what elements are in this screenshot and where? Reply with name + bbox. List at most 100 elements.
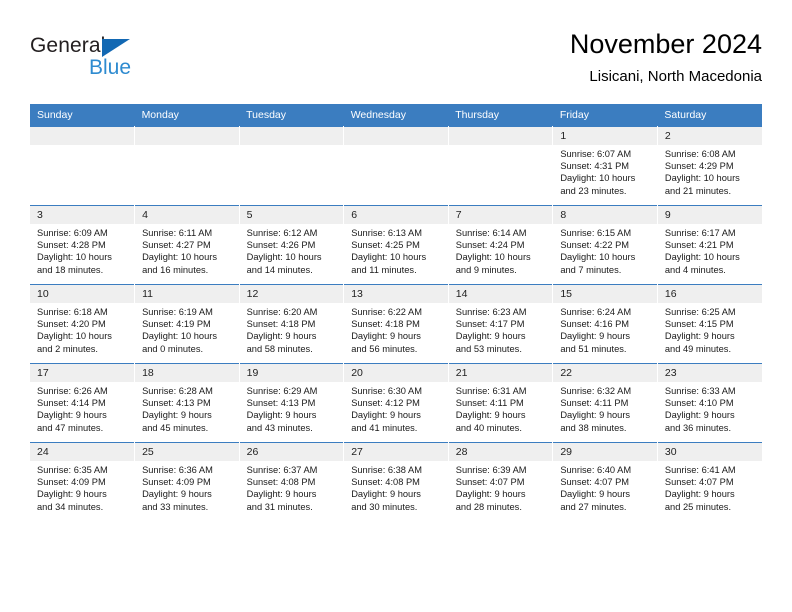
sunrise-time: Sunrise: 6:19 AM <box>142 307 213 317</box>
calendar-day-cell[interactable]: 30 Sunrise: 6:41 AM Sunset: 4:07 PM Dayligh… <box>657 442 762 521</box>
sunrise-time: Sunrise: 6:38 AM <box>351 465 422 475</box>
logo-text-blue: Blue <box>89 56 132 79</box>
sun-info: Sunrise: 6:23 AM Sunset: 4:17 PM Daylight:… <box>449 303 553 355</box>
calendar-day-cell[interactable]: 20 Sunrise: 6:30 AM Sunset: 4:12 PM Dayligh… <box>343 363 449 443</box>
calendar-day-cell[interactable]: 1 Sunrise: 6:07 AM Sunset: 4:31 PM Daylight… <box>552 126 658 206</box>
sunrise-time: Sunrise: 6:08 AM <box>664 149 736 159</box>
sun-info: Sunrise: 6:37 AM Sunset: 4:08 PM Daylight:… <box>240 461 344 513</box>
calendar-day-cell[interactable]: 25 Sunrise: 6:36 AM Sunset: 4:09 PM Dayligh… <box>134 442 240 521</box>
calendar-day-cell[interactable]: 17 Sunrise: 6:26 AM Sunset: 4:14 PM Dayligh… <box>30 363 136 443</box>
daylight-duration-line2: and 16 minutes. <box>142 264 209 275</box>
daylight-duration-line1: Daylight: 9 hours <box>142 410 212 421</box>
sunrise-time: Sunrise: 6:33 AM <box>664 386 736 396</box>
calendar-day-cell[interactable]: 15 Sunrise: 6:24 AM Sunset: 4:16 PM Dayligh… <box>552 284 658 364</box>
sun-info: Sunrise: 6:18 AM Sunset: 4:20 PM Daylight:… <box>30 303 134 355</box>
daylight-duration-line1: Daylight: 9 hours <box>560 331 631 342</box>
calendar-day-cell[interactable]: 26 Sunrise: 6:37 AM Sunset: 4:08 PM Dayligh… <box>239 442 345 521</box>
sunrise-time: Sunrise: 6:07 AM <box>560 149 632 159</box>
sunrise-time: Sunrise: 6:25 AM <box>664 307 736 317</box>
calendar-day-cell[interactable]: 29 Sunrise: 6:40 AM Sunset: 4:07 PM Dayligh… <box>552 442 658 521</box>
sunrise-time: Sunrise: 6:20 AM <box>246 307 318 317</box>
sun-info: Sunrise: 6:24 AM Sunset: 4:16 PM Daylight:… <box>553 303 657 355</box>
calendar-day-cell[interactable]: 9 Sunrise: 6:17 AM Sunset: 4:21 PM Daylight… <box>657 205 762 285</box>
sunset-time: Sunset: 4:07 PM <box>455 477 525 488</box>
general-blue-logo[interactable]: General Blue <box>30 34 190 90</box>
calendar-day-cell[interactable]: 28 Sunrise: 6:39 AM Sunset: 4:07 PM Dayligh… <box>448 442 554 521</box>
calendar-day-cell[interactable]: 11 Sunrise: 6:19 AM Sunset: 4:19 PM Dayligh… <box>134 284 240 364</box>
daylight-duration-line2: and 43 minutes. <box>246 422 313 433</box>
calendar-day-cell[interactable]: 10 Sunrise: 6:18 AM Sunset: 4:20 PM Dayligh… <box>30 284 136 364</box>
daylight-duration-line2: and 36 minutes. <box>664 422 732 433</box>
sunset-time: Sunset: 4:19 PM <box>142 319 211 330</box>
day-number: 17 <box>30 364 135 382</box>
daylight-duration-line2: and 2 minutes. <box>37 343 98 354</box>
daylight-duration-line1: Daylight: 9 hours <box>37 489 107 500</box>
daylight-duration-line1: Daylight: 10 hours <box>455 252 531 263</box>
calendar-day-cell[interactable]: 14 Sunrise: 6:23 AM Sunset: 4:17 PM Dayligh… <box>448 284 554 364</box>
day-number <box>448 127 553 145</box>
day-number: 30 <box>657 443 762 461</box>
sunset-time: Sunset: 4:18 PM <box>246 319 316 330</box>
sun-info: Sunrise: 6:26 AM Sunset: 4:14 PM Daylight:… <box>30 382 134 434</box>
calendar-day-cell[interactable]: 18 Sunrise: 6:28 AM Sunset: 4:13 PM Dayligh… <box>134 363 240 443</box>
day-number: 8 <box>553 206 657 224</box>
calendar-day-cell[interactable]: 13 Sunrise: 6:22 AM Sunset: 4:18 PM Dayligh… <box>343 284 449 364</box>
daylight-duration-line1: Daylight: 10 hours <box>246 252 322 263</box>
daylight-duration-line2: and 47 minutes. <box>37 422 104 433</box>
calendar-day-cell[interactable]: 6 Sunrise: 6:13 AM Sunset: 4:25 PM Daylight… <box>343 205 449 285</box>
weekday-header-friday: Friday <box>552 104 658 127</box>
calendar-day-cell[interactable]: 23 Sunrise: 6:33 AM Sunset: 4:10 PM Dayligh… <box>657 363 762 443</box>
sunrise-time: Sunrise: 6:41 AM <box>664 465 736 475</box>
sun-info: Sunrise: 6:25 AM Sunset: 4:15 PM Daylight:… <box>658 303 762 355</box>
sunrise-time: Sunrise: 6:31 AM <box>455 386 527 396</box>
daylight-duration-line2: and 41 minutes. <box>351 422 418 433</box>
sunrise-time: Sunrise: 6:32 AM <box>560 386 632 396</box>
sunset-time: Sunset: 4:11 PM <box>455 398 524 409</box>
day-number <box>344 127 448 145</box>
sunrise-time: Sunrise: 6:09 AM <box>37 228 108 238</box>
daylight-duration-line2: and 11 minutes. <box>351 264 417 275</box>
sunrise-time: Sunrise: 6:35 AM <box>37 465 108 475</box>
daylight-duration-line2: and 51 minutes. <box>560 343 627 354</box>
weekday-header-thursday: Thursday <box>448 104 553 127</box>
calendar-day-cell[interactable]: 5 Sunrise: 6:12 AM Sunset: 4:26 PM Daylight… <box>239 205 345 285</box>
day-number: 26 <box>239 443 344 461</box>
calendar-day-cell[interactable]: 24 Sunrise: 6:35 AM Sunset: 4:09 PM Dayligh… <box>30 442 136 521</box>
calendar-day-cell[interactable]: 19 Sunrise: 6:29 AM Sunset: 4:13 PM Dayligh… <box>239 363 345 443</box>
calendar-day-cell[interactable]: 12 Sunrise: 6:20 AM Sunset: 4:18 PM Dayligh… <box>239 284 345 364</box>
sun-info: Sunrise: 6:28 AM Sunset: 4:13 PM Daylight:… <box>135 382 239 434</box>
calendar-cell-empty <box>239 126 345 206</box>
day-number: 22 <box>553 364 657 382</box>
calendar-week-row: 10 Sunrise: 6:18 AM Sunset: 4:20 PM Dayligh… <box>30 284 762 364</box>
day-number: 28 <box>448 443 553 461</box>
day-number: 15 <box>553 285 657 303</box>
daylight-duration-line1: Daylight: 9 hours <box>664 489 735 500</box>
sun-info: Sunrise: 6:36 AM Sunset: 4:09 PM Daylight:… <box>135 461 239 513</box>
calendar-day-cell[interactable]: 8 Sunrise: 6:15 AM Sunset: 4:22 PM Daylight… <box>552 205 658 285</box>
calendar-day-cell[interactable]: 21 Sunrise: 6:31 AM Sunset: 4:11 PM Dayligh… <box>448 363 554 443</box>
sun-info: Sunrise: 6:19 AM Sunset: 4:19 PM Daylight:… <box>135 303 239 355</box>
sun-info: Sunrise: 6:07 AM Sunset: 4:31 PM Daylight:… <box>553 145 657 197</box>
daylight-duration-line1: Daylight: 9 hours <box>560 410 631 421</box>
calendar-day-cell[interactable]: 3 Sunrise: 6:09 AM Sunset: 4:28 PM Daylight… <box>30 205 136 285</box>
day-number: 3 <box>30 206 135 224</box>
weekday-header-monday: Monday <box>134 104 240 127</box>
calendar-day-cell[interactable]: 4 Sunrise: 6:11 AM Sunset: 4:27 PM Daylight… <box>134 205 240 285</box>
calendar-day-cell[interactable]: 27 Sunrise: 6:38 AM Sunset: 4:08 PM Dayligh… <box>343 442 449 521</box>
sunset-time: Sunset: 4:14 PM <box>37 398 106 409</box>
sun-info: Sunrise: 6:15 AM Sunset: 4:22 PM Daylight:… <box>553 224 657 276</box>
logo-triangle-icon <box>102 39 130 57</box>
sun-info: Sunrise: 6:12 AM Sunset: 4:26 PM Daylight:… <box>240 224 344 276</box>
daylight-duration-line2: and 23 minutes. <box>560 185 627 196</box>
sunrise-time: Sunrise: 6:13 AM <box>351 228 422 238</box>
sun-info: Sunrise: 6:35 AM Sunset: 4:09 PM Daylight:… <box>30 461 134 513</box>
daylight-duration-line1: Daylight: 9 hours <box>246 410 317 421</box>
sunset-time: Sunset: 4:08 PM <box>246 477 316 488</box>
calendar-day-cell[interactable]: 2 Sunrise: 6:08 AM Sunset: 4:29 PM Daylight… <box>657 126 762 206</box>
calendar-day-cell[interactable]: 16 Sunrise: 6:25 AM Sunset: 4:15 PM Dayligh… <box>657 284 762 364</box>
calendar-day-cell[interactable]: 22 Sunrise: 6:32 AM Sunset: 4:11 PM Dayligh… <box>552 363 658 443</box>
daylight-duration-line1: Daylight: 9 hours <box>246 489 317 500</box>
daylight-duration-line1: Daylight: 9 hours <box>455 410 526 421</box>
sunset-time: Sunset: 4:15 PM <box>664 319 734 330</box>
calendar-day-cell[interactable]: 7 Sunrise: 6:14 AM Sunset: 4:24 PM Daylight… <box>448 205 554 285</box>
